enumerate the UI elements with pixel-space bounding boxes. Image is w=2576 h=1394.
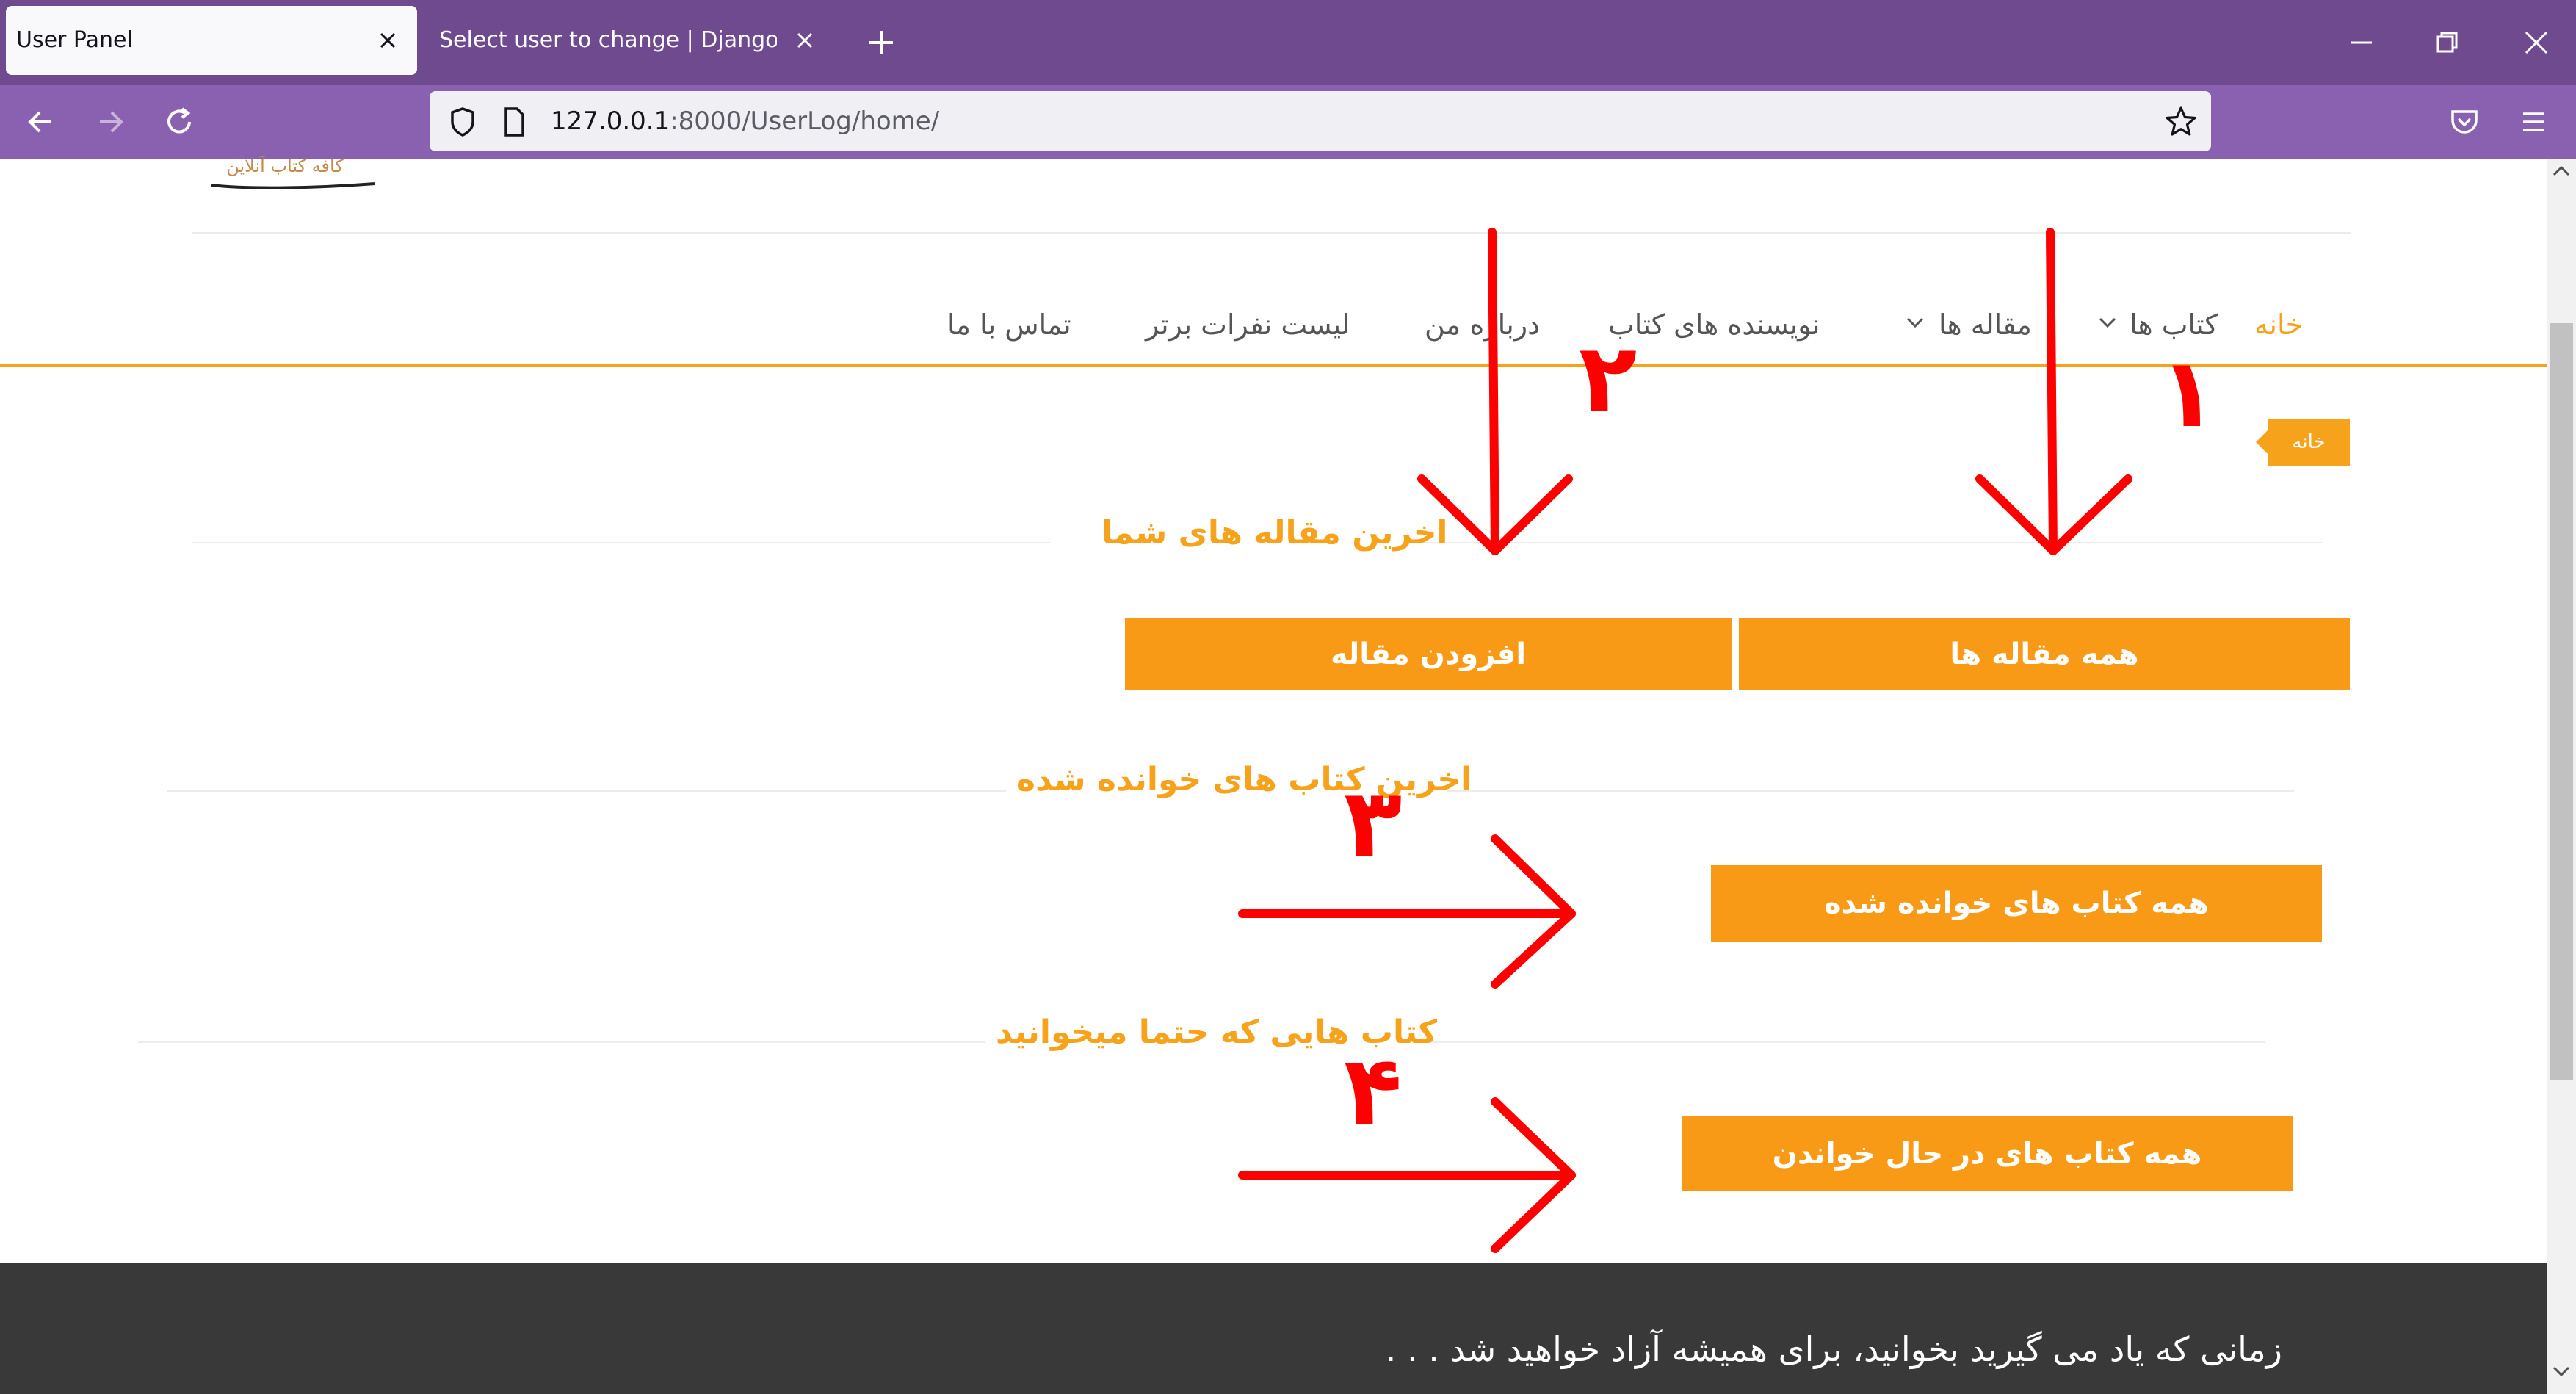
close-tab-icon[interactable] (372, 24, 404, 57)
tab-django-admin[interactable]: Select user to change | Django site a (423, 6, 834, 75)
annotation-arrowhead-1 (1975, 474, 2132, 555)
nav-articles[interactable]: مقاله ها (1939, 295, 2032, 354)
section-divider (167, 790, 1006, 792)
all-articles-button[interactable]: همه مقاله ها (1739, 618, 2350, 690)
page-scrollbar-thumb[interactable] (2550, 323, 2573, 1080)
annotation-label-2: ۲ (1579, 322, 1638, 434)
section-divider (1410, 542, 2322, 543)
site-logo[interactable]: کافه کتاب آنلاین (206, 155, 382, 192)
header-divider (192, 232, 2351, 234)
tab-user-panel[interactable]: User Panel (6, 6, 417, 75)
url-path: :8000/UserLog/home/ (670, 106, 940, 136)
annotation-arrow-1 (2046, 228, 2058, 555)
nav-authors[interactable]: نویسنده های کتاب (1608, 295, 1820, 354)
page-icon (495, 103, 533, 141)
articles-section-title: اخرین مقاله های شما (1101, 514, 1448, 552)
restore-icon[interactable] (2425, 21, 2469, 65)
section-divider (138, 1041, 985, 1043)
section-divider (1447, 790, 2294, 792)
annotation-arrowhead-3 (1491, 834, 1576, 989)
annotation-arrow-2 (1488, 228, 1499, 555)
annotation-label-3: ۳ (1344, 768, 1403, 879)
url-host: 127.0.0.1 (551, 106, 670, 136)
nav-top-list[interactable]: لیست نفرات برتر (1146, 295, 1350, 354)
nav-contact[interactable]: تماس با ما (947, 295, 1071, 354)
scroll-down-icon[interactable] (2551, 1363, 2572, 1379)
reading-books-button[interactable]: همه کتاب های در حال خواندن (1682, 1116, 2293, 1191)
close-tab-icon[interactable] (789, 24, 821, 57)
close-window-icon[interactable] (2514, 21, 2558, 65)
chevron-down-icon[interactable] (1903, 310, 1927, 333)
all-read-books-button[interactable]: همه کتاب های خوانده شده (1711, 865, 2322, 942)
forward-arrow-icon[interactable] (91, 103, 129, 141)
read-books-section-title: اخرین کتاب های خوانده شده (1016, 761, 1472, 798)
tab-title: User Panel (16, 27, 133, 53)
tab-title: Select user to change | Django site a (439, 27, 777, 53)
new-tab-icon[interactable] (864, 25, 899, 60)
nav-about[interactable]: درباره من (1425, 295, 1540, 354)
nav-home[interactable]: خانه (2254, 295, 2303, 354)
page-footer (0, 1263, 2547, 1394)
section-divider (1417, 1041, 2265, 1043)
chevron-down-icon[interactable] (2096, 310, 2119, 333)
annotation-label-4: ۴ (1344, 1035, 1403, 1146)
reload-icon[interactable] (160, 103, 198, 141)
scroll-up-icon[interactable] (2551, 163, 2572, 179)
menu-icon[interactable] (2514, 103, 2553, 141)
add-article-button[interactable]: افزودن مقاله (1125, 618, 1732, 690)
logo-text: کافه کتاب آنلاین (226, 156, 344, 176)
pocket-icon[interactable] (2445, 103, 2483, 141)
back-arrow-icon[interactable] (22, 103, 60, 141)
annotation-label-1: ۱ (2159, 337, 2218, 449)
annotation-arrowhead-4 (1491, 1097, 1576, 1253)
breadcrumb[interactable]: خانه (2256, 419, 2350, 466)
section-divider (192, 542, 1050, 543)
shield-icon[interactable] (444, 103, 482, 141)
url-text[interactable]: 127.0.0.1:8000/UserLog/home/ (551, 91, 939, 151)
footer-quote: زمانی که یاد می گیرید بخوانید، برای همیش… (1385, 1329, 2282, 1369)
bookmark-star-icon[interactable] (2162, 103, 2200, 141)
minimize-icon[interactable] (2340, 21, 2384, 65)
